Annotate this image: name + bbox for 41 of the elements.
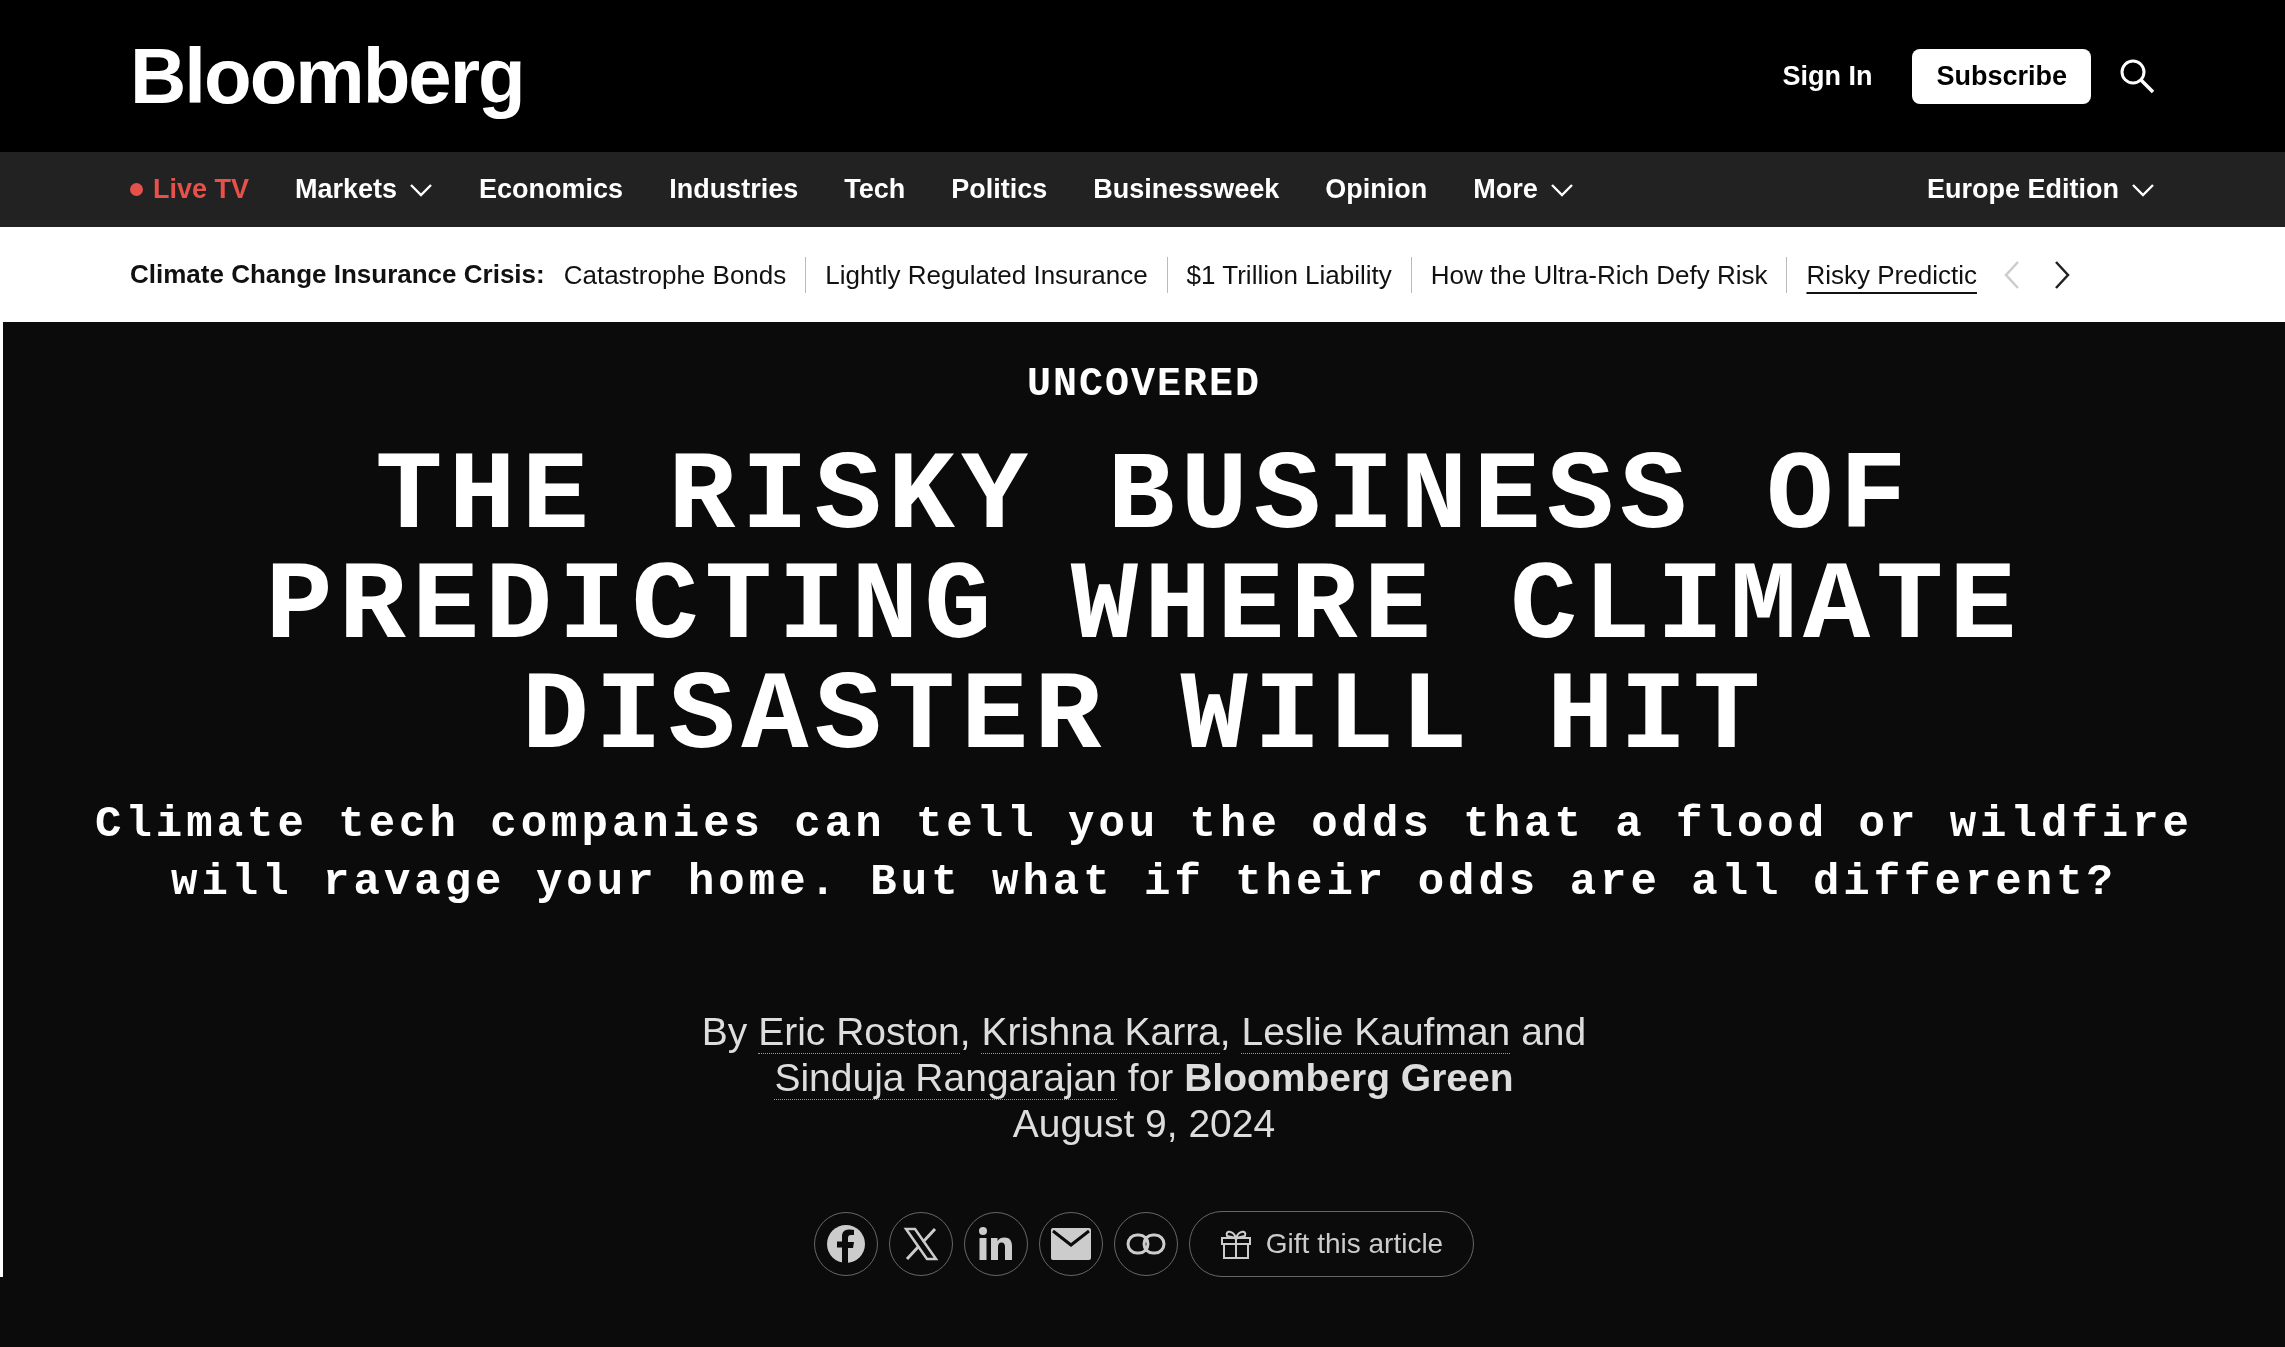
publish-date: August 9, 2024: [1012, 1101, 1276, 1147]
byline: By Eric Roston, Krishna Karra, Leslie Kaufman and: [701, 1009, 1587, 1055]
nav-link[interactable]: Opinion: [1325, 174, 1428, 205]
link-icon: [1125, 1233, 1166, 1255]
topic-link[interactable]: Lightly Regulated Insurance: [805, 256, 1167, 293]
nav-link[interactable]: Markets: [295, 174, 434, 205]
linkedin-icon: [977, 1226, 1014, 1262]
sign-in-link[interactable]: Sign In: [1782, 60, 1873, 92]
topic-link[interactable]: $1 Trillion Liability: [1166, 256, 1411, 293]
author-link[interactable]: Krishna Karra: [981, 1010, 1220, 1054]
headline: THE RISKY BUSINESS OF PREDICTING WHERE CLIMATE DISASTER WILL HIT: [265, 443, 2023, 773]
chevron-down-icon: [2131, 182, 2155, 197]
edition-menu[interactable]: Europe Edition: [1927, 174, 2155, 205]
topic-link[interactable]: Risky Predictic: [1786, 256, 1996, 293]
nav-link[interactable]: Politics: [951, 174, 1048, 205]
topic-link[interactable]: How the Ultra-Rich Defy Risk: [1410, 256, 1787, 293]
author-link[interactable]: Sinduja Rangarajan: [774, 1056, 1117, 1100]
subheadline: Climate tech companies can tell you the odds that a flood or wildfire will ravage your home. But what if their odds are all different?: [95, 798, 2193, 909]
author-link[interactable]: Eric Roston: [758, 1010, 960, 1054]
search-icon[interactable]: [2119, 58, 2155, 94]
kicker: UNCOVERED: [1026, 362, 1261, 407]
author-link[interactable]: Leslie Kaufman: [1241, 1010, 1511, 1054]
nav-link[interactable]: Economics: [479, 174, 624, 205]
gift-icon: [1219, 1228, 1252, 1260]
x-icon: [902, 1226, 939, 1262]
nav-link[interactable]: Businessweek: [1093, 174, 1280, 205]
subscribe-button[interactable]: Subscribe: [1912, 48, 2091, 104]
live-dot-icon: [130, 183, 143, 196]
nav-link[interactable]: More: [1473, 174, 1574, 205]
nav-link[interactable]: Industries: [669, 174, 799, 205]
chevron-down-icon: [409, 182, 434, 197]
byline: Sinduja Rangarajan for Bloomberg Green: [774, 1055, 1514, 1101]
chevron-down-icon: [1549, 182, 1574, 197]
nav-link[interactable]: Tech: [844, 174, 906, 205]
topic-link[interactable]: Catastrophe Bonds: [563, 256, 806, 293]
bloomberg-logo[interactable]: Bloomberg: [130, 30, 1783, 122]
topic-label: Climate Change Insurance Crisis:: [130, 259, 545, 290]
email-icon: [1050, 1228, 1091, 1260]
facebook-icon: [825, 1224, 866, 1264]
chevron-right-icon[interactable]: [2053, 259, 2070, 290]
live-tv-link[interactable]: Live TV: [130, 174, 250, 205]
